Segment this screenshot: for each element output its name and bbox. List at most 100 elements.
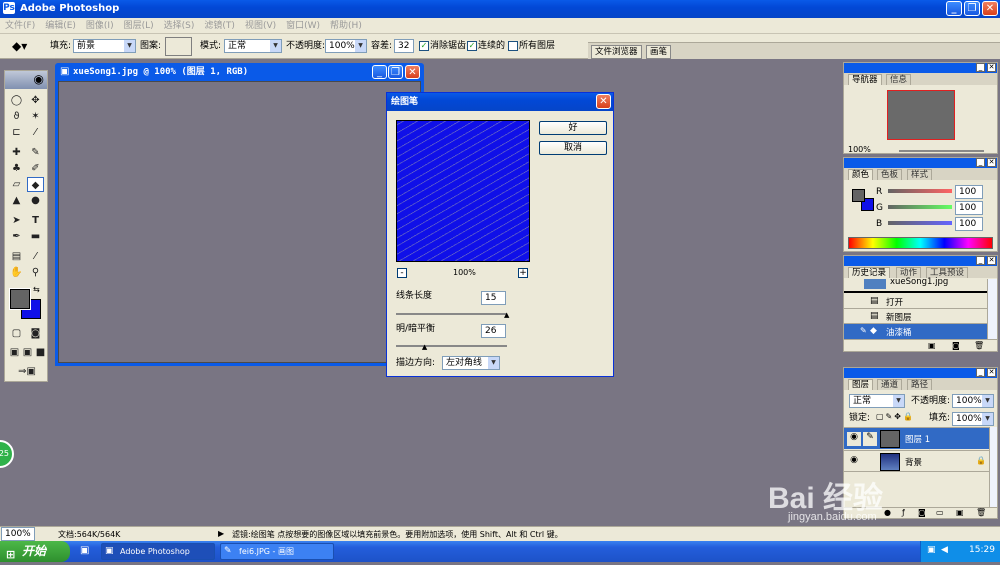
pen-tool-icon[interactable]: ✒ — [8, 229, 25, 244]
color-title-bar[interactable]: _ ✕ — [844, 158, 997, 168]
tab-color[interactable]: 颜色 — [848, 169, 874, 180]
type-tool-icon[interactable]: T — [27, 213, 44, 228]
history-item-open[interactable]: ▤ 打开 — [844, 294, 987, 309]
tab-paths[interactable]: 路径 — [907, 379, 933, 390]
layers-scrollbar[interactable] — [989, 427, 997, 507]
direction-select[interactable]: 左对角线 — [442, 356, 500, 370]
document-canvas[interactable] — [58, 81, 421, 363]
history-item-paint-bucket[interactable]: ✎ ◆ 油漆桶 — [844, 324, 987, 339]
tab-layers[interactable]: 图层 — [848, 379, 874, 390]
tab-channels[interactable]: 通道 — [877, 379, 903, 390]
move-tool-icon[interactable]: ✥ — [27, 93, 44, 108]
layers-minimize-button[interactable]: _ — [976, 368, 985, 377]
r-slider[interactable] — [888, 189, 952, 193]
mode-select[interactable]: 正常 — [224, 39, 282, 53]
doc-close-button[interactable]: ✕ — [405, 65, 420, 79]
stroke-length-thumb[interactable]: ▲ — [504, 312, 509, 319]
menu-file[interactable]: 文件(F) — [0, 18, 40, 34]
ok-button[interactable]: 好 — [539, 121, 607, 135]
menu-view[interactable]: 视图(V) — [240, 18, 281, 34]
slice-tool-icon[interactable]: ⁄ — [27, 125, 44, 140]
brush-link-icon[interactable]: ✎ — [863, 432, 877, 446]
magic-wand-icon[interactable]: ✶ — [27, 109, 44, 124]
history-minimize-button[interactable]: _ — [976, 256, 985, 265]
tab-history[interactable]: 历史记录 — [848, 267, 891, 278]
eraser-tool-icon[interactable]: ▱ — [8, 177, 25, 192]
crop-tool-icon[interactable]: ⊏ — [8, 125, 25, 140]
foreground-color-swatch[interactable] — [9, 288, 31, 310]
antialias-checkbox[interactable]: ✓ — [419, 41, 429, 51]
zoom-in-button[interactable]: + — [518, 268, 528, 278]
show-desktop-icon[interactable]: ▣ — [80, 545, 89, 556]
minimize-button[interactable]: _ — [946, 1, 962, 16]
network-icon[interactable]: ▣ — [927, 545, 936, 555]
tab-info[interactable]: 信息 — [886, 74, 912, 85]
visibility-eye-icon[interactable]: ◉ — [847, 455, 861, 469]
history-scrollbar[interactable] — [987, 279, 997, 339]
stroke-length-slider[interactable]: ▲ — [396, 311, 509, 319]
dialog-title-bar[interactable]: 绘图笔 ✕ — [387, 93, 613, 111]
menu-edit[interactable]: 编辑(E) — [40, 18, 81, 34]
stroke-length-input[interactable]: 15 — [481, 291, 506, 305]
lock-icons[interactable]: ▢✎✥🔒 — [876, 412, 915, 421]
pattern-picker[interactable] — [165, 37, 192, 56]
snapshot-icon[interactable]: ◙ — [952, 341, 960, 350]
jump-to-imageready-icon[interactable]: ⇒▣ — [13, 364, 41, 379]
paint-bucket-icon[interactable]: ◆▾ — [12, 39, 27, 53]
contiguous-checkbox[interactable]: ✓ — [467, 41, 477, 51]
history-item-new-layer[interactable]: ▤ 新图层 — [844, 309, 987, 324]
all-layers-checkbox[interactable] — [508, 41, 518, 51]
layer-blend-mode-select[interactable]: 正常 — [849, 394, 905, 408]
standard-mode-icon[interactable]: ▢ — [8, 326, 25, 341]
tab-navigator[interactable]: 导航器 — [848, 74, 882, 85]
fill-select[interactable]: 前景 — [73, 39, 136, 53]
spectrum-bar[interactable] — [848, 237, 993, 249]
tab-brushes[interactable]: 画笔 — [646, 45, 672, 59]
layers-title-bar[interactable]: _ ✕ — [844, 368, 997, 378]
new-group-icon[interactable]: ▭ — [936, 508, 944, 517]
balance-input[interactable]: 26 — [481, 324, 506, 338]
blur-tool-icon[interactable]: ▲ — [8, 193, 25, 208]
b-input[interactable]: 100 — [955, 217, 983, 231]
menu-select[interactable]: 选择(S) — [159, 18, 200, 34]
start-button[interactable]: ⊞ 开始 — [0, 541, 70, 562]
dialog-close-button[interactable]: ✕ — [596, 94, 611, 109]
title-bar[interactable]: Ps Adobe Photoshop _ ❐ ✕ — [0, 0, 1000, 18]
layer-style-icon[interactable]: ƒ — [902, 508, 905, 517]
color-close-button[interactable]: ✕ — [987, 158, 996, 167]
clone-stamp-icon[interactable]: ♣ — [8, 161, 25, 176]
opacity-input[interactable]: 100% — [325, 39, 367, 53]
lasso-tool-icon[interactable]: ϑ — [8, 109, 25, 124]
trash-icon[interactable]: 🗑 — [974, 341, 984, 350]
tab-swatches[interactable]: 色板 — [877, 169, 903, 180]
hand-tool-icon[interactable]: ✋ — [8, 265, 25, 280]
floating-badge[interactable]: 25 — [0, 440, 14, 468]
layer-fill-input[interactable]: 100% — [952, 412, 994, 426]
swap-colors-icon[interactable]: ⇆ — [33, 285, 40, 294]
tolerance-input[interactable]: 32 — [394, 39, 414, 53]
menu-image[interactable]: 图像(I) — [81, 18, 119, 34]
volume-icon[interactable]: ◀ — [941, 545, 948, 555]
r-input[interactable]: 100 — [955, 185, 983, 199]
zoom-tool-icon[interactable]: ⚲ — [27, 265, 44, 280]
tab-styles[interactable]: 样式 — [907, 169, 933, 180]
marquee-tool-icon[interactable]: ◯ — [8, 93, 25, 108]
screen-mode-black-icon[interactable]: ■ — [32, 345, 49, 360]
delete-layer-icon[interactable]: 🗑 — [976, 508, 986, 517]
navigator-thumbnail[interactable] — [887, 90, 955, 140]
menu-layer[interactable]: 图层(L) — [119, 18, 159, 34]
navigator-minimize-button[interactable]: _ — [976, 63, 985, 72]
path-selection-icon[interactable]: ➤ — [8, 213, 25, 228]
layer-row-background[interactable]: ◉ 背景 🔒 — [844, 450, 989, 472]
quick-mask-icon[interactable]: ◙ — [27, 326, 44, 341]
toolbox-header[interactable]: ◉ — [5, 71, 47, 89]
status-arrow-icon[interactable]: ▶ — [218, 529, 224, 538]
layer-row-layer1[interactable]: ◉ ✎ 图层 1 — [844, 427, 989, 449]
status-zoom[interactable]: 100% — [1, 527, 35, 541]
b-slider[interactable] — [888, 221, 952, 225]
balance-slider[interactable]: ▲ — [396, 343, 507, 351]
taskbar-item-photoshop[interactable]: ▣ Adobe Photoshop — [101, 543, 215, 560]
dodge-tool-icon[interactable]: ● — [27, 193, 44, 208]
eyedropper-icon[interactable]: ⁄ — [27, 249, 44, 264]
maximize-button[interactable]: ❐ — [964, 1, 980, 16]
